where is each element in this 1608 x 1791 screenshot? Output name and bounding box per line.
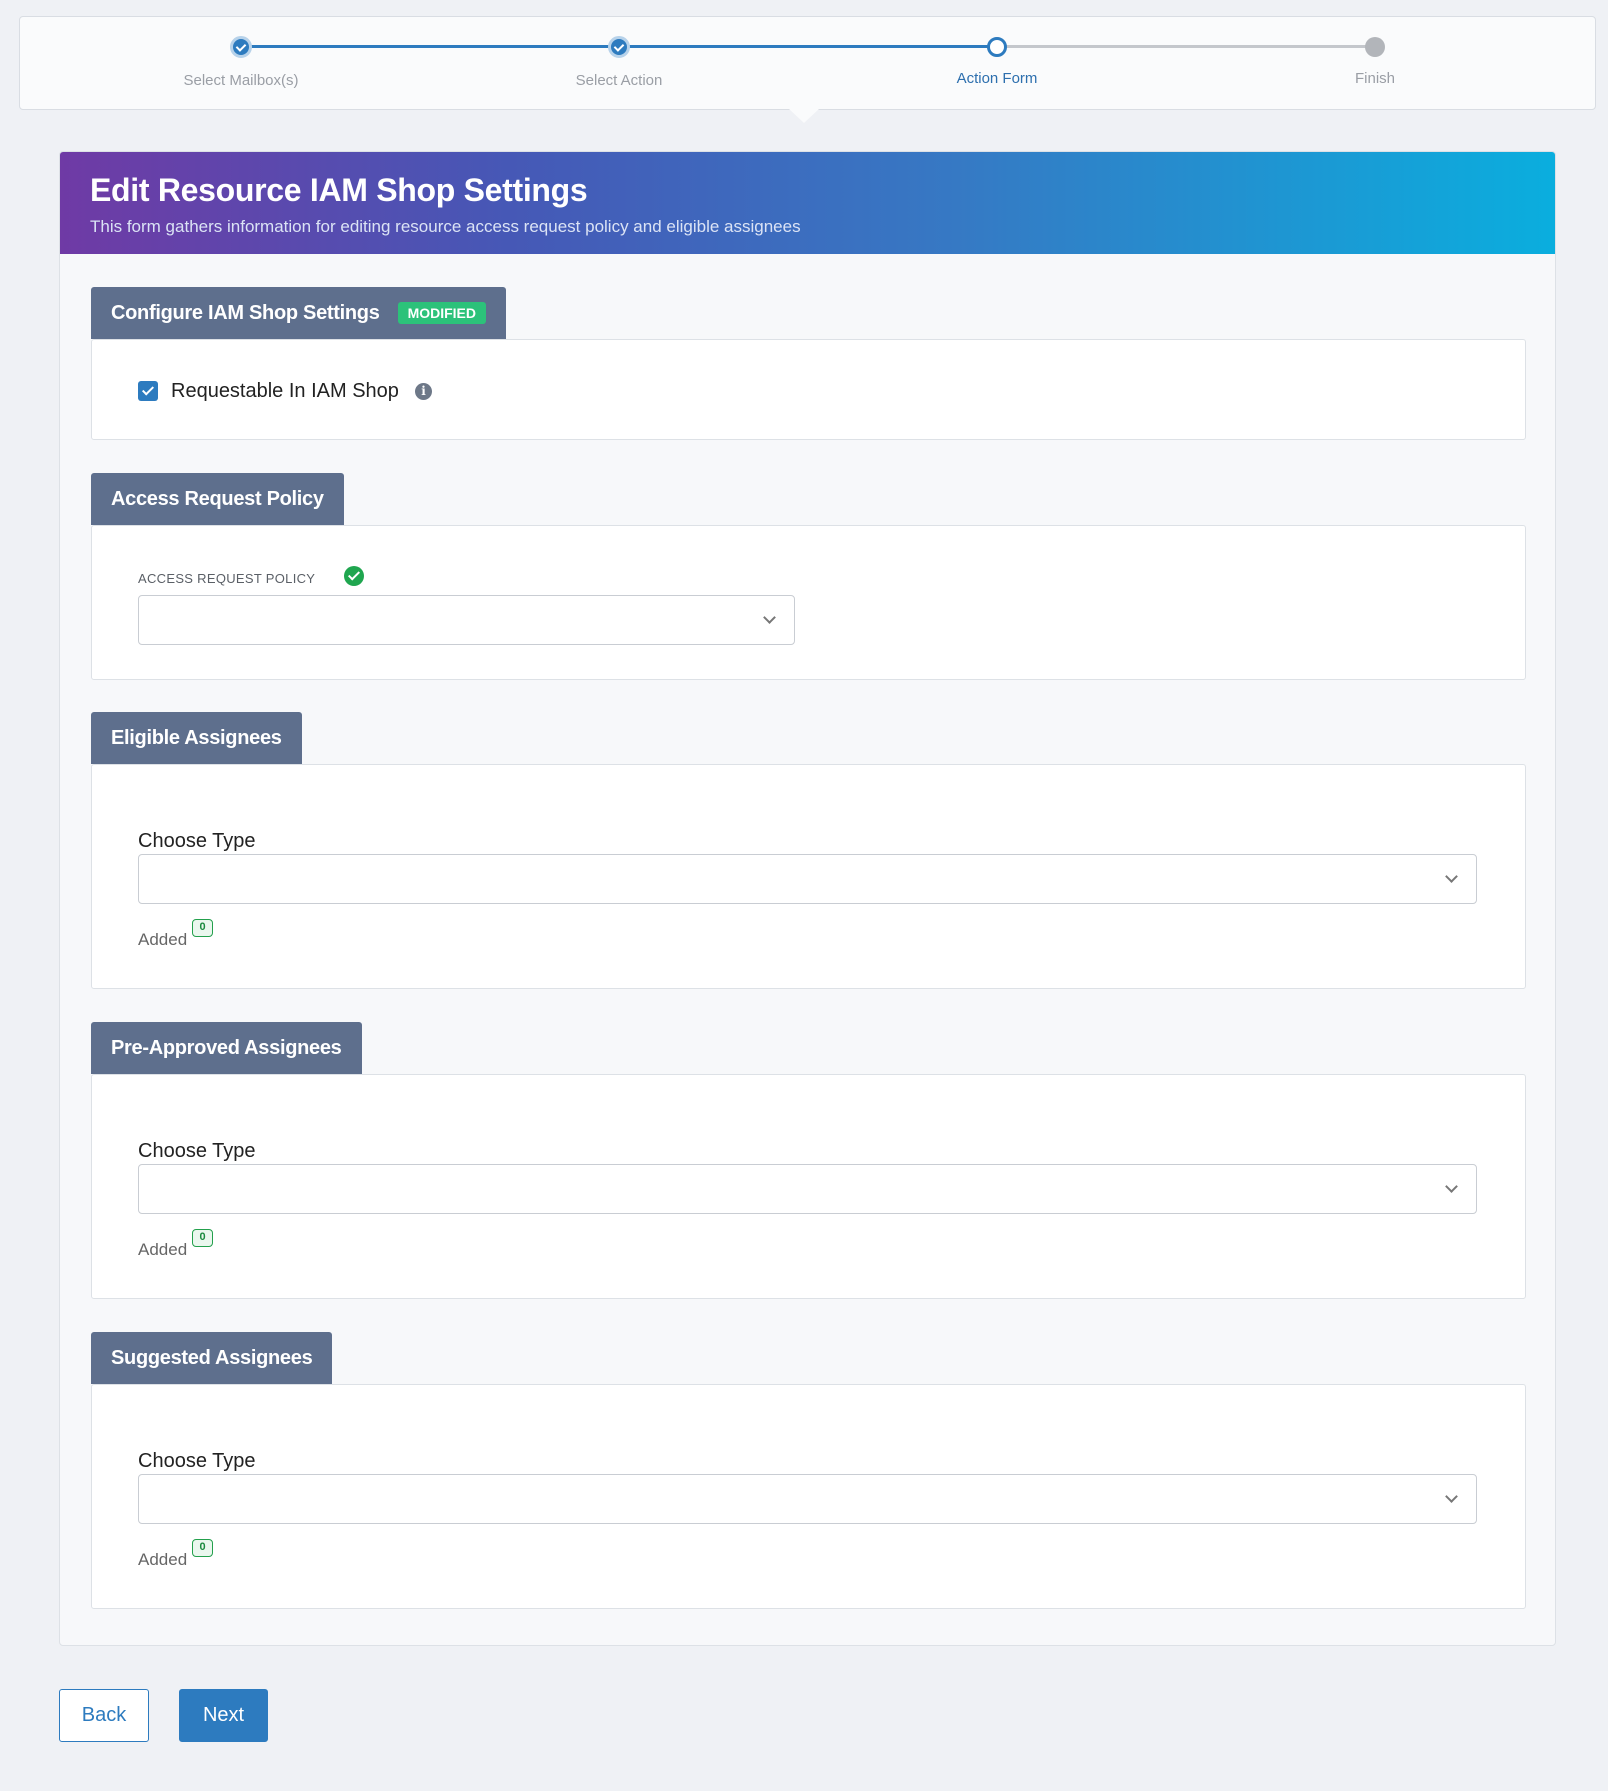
form-header: Edit Resource IAM Shop Settings This for…: [60, 152, 1555, 254]
access-request-policy-label: ACCESS REQUEST POLICY: [138, 571, 316, 586]
section-panel-pre-approved-assignees: Choose Type Added 0: [91, 1074, 1526, 1299]
section-panel-suggested-assignees: Choose Type Added 0: [91, 1384, 1526, 1609]
choose-type-label: Choose Type: [138, 1140, 256, 1162]
added-count-badge: 0: [192, 919, 213, 937]
suggested-choose-type-select[interactable]: [138, 1474, 1477, 1524]
section-title: Access Request Policy: [111, 487, 324, 510]
section-panel-configure-iam-shop: Requestable In IAM Shop i: [91, 339, 1526, 440]
action-form-card: Edit Resource IAM Shop Settings This for…: [59, 151, 1556, 1646]
stepper-pointer-arrow: [789, 109, 819, 123]
section-title: Pre-Approved Assignees: [111, 1036, 342, 1059]
info-icon[interactable]: i: [415, 383, 432, 400]
section-title: Configure IAM Shop Settings: [111, 301, 380, 324]
section-tab-eligible-assignees: Eligible Assignees: [91, 712, 302, 764]
added-label: Added: [138, 1240, 188, 1259]
back-button[interactable]: Back: [59, 1689, 149, 1742]
section-tab-suggested-assignees: Suggested Assignees: [91, 1332, 333, 1384]
step-label: Select Mailbox(s): [183, 72, 299, 89]
chevron-down-icon: [1445, 1490, 1458, 1503]
requestable-checkbox[interactable]: [138, 381, 158, 401]
wizard-stepper: Select Mailbox(s) Select Action Action F…: [19, 16, 1596, 110]
chevron-down-icon: [1445, 1180, 1458, 1193]
section-tab-access-request-policy: Access Request Policy: [91, 473, 344, 525]
step-label: Select Action: [575, 72, 663, 89]
step-label: Action Form: [956, 70, 1038, 87]
section-tab-pre-approved-assignees: Pre-Approved Assignees: [91, 1022, 362, 1074]
step-complete-check-icon: [608, 36, 630, 58]
next-button[interactable]: Next: [179, 1689, 268, 1742]
pre-approved-choose-type-select[interactable]: [138, 1164, 1477, 1214]
section-panel-eligible-assignees: Choose Type Added 0: [91, 764, 1526, 989]
requestable-checkbox-label[interactable]: Requestable In IAM Shop: [171, 380, 399, 403]
section-title: Suggested Assignees: [111, 1346, 313, 1369]
section-tab-configure-iam-shop: Configure IAM Shop Settings MODIFIED: [91, 287, 507, 339]
added-count-badge: 0: [192, 1539, 213, 1557]
access-request-policy-select[interactable]: [138, 595, 795, 645]
step-current-circle-icon: [987, 37, 1007, 57]
eligible-choose-type-select[interactable]: [138, 854, 1477, 904]
added-label: Added: [138, 930, 188, 949]
step-pending-circle-icon: [1365, 37, 1385, 57]
stepper-remaining-line: [997, 45, 1375, 48]
check-circle-icon: [344, 566, 364, 586]
form-title: Edit Resource IAM Shop Settings: [90, 172, 588, 208]
chevron-down-icon: [1445, 870, 1458, 883]
added-count-badge: 0: [192, 1229, 213, 1247]
form-subtitle: This form gathers information for editin…: [90, 217, 801, 236]
added-label: Added: [138, 1550, 188, 1569]
choose-type-label: Choose Type: [138, 1450, 256, 1472]
step-label: Finish: [1354, 70, 1395, 87]
section-title: Eligible Assignees: [111, 726, 282, 749]
choose-type-label: Choose Type: [138, 830, 256, 852]
chevron-down-icon: [763, 611, 776, 624]
modified-badge: MODIFIED: [397, 302, 487, 324]
step-complete-check-icon: [230, 36, 252, 58]
section-panel-access-request-policy: ACCESS REQUEST POLICY: [91, 525, 1526, 680]
